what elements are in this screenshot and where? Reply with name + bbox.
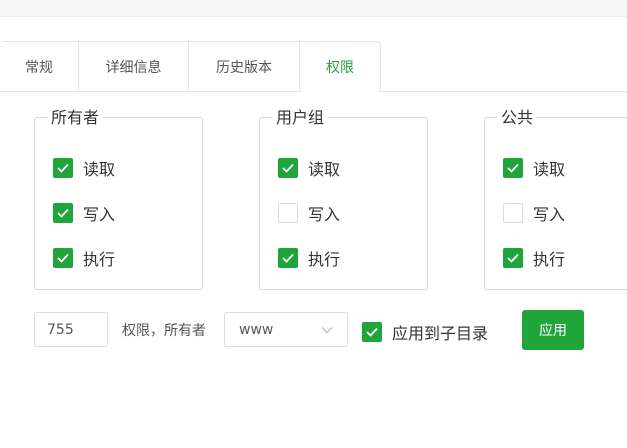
usergroup-group-title: 用户组	[272, 108, 329, 128]
public-read-checkbox[interactable]	[503, 158, 523, 178]
check-icon	[507, 253, 519, 263]
owner-select[interactable]: www	[224, 312, 348, 347]
check-icon	[282, 253, 294, 263]
public-execute-checkbox[interactable]	[503, 248, 523, 268]
owner-read-checkbox[interactable]	[53, 158, 73, 178]
check-icon	[282, 163, 294, 173]
tab-details[interactable]: 详细信息	[79, 41, 189, 91]
public-execute-label: 执行	[533, 250, 566, 269]
permission-owner-label: 权限，所有者	[122, 323, 206, 339]
public-write-label: 写入	[533, 205, 566, 224]
permission-value-input[interactable]	[34, 312, 108, 347]
tab-bar: 常规 详细信息 历史版本 权限	[0, 41, 627, 92]
check-icon	[507, 163, 519, 173]
public-group-title: 公共	[497, 108, 538, 128]
top-bar	[0, 0, 627, 17]
public-write-checkbox[interactable]	[503, 203, 523, 223]
check-icon	[366, 327, 378, 337]
tab-history[interactable]: 历史版本	[189, 41, 300, 91]
owner-write-option[interactable]: 写入	[53, 201, 115, 225]
usergroup-write-label: 写入	[308, 205, 341, 224]
public-group: 公共 读取 写入 执行	[484, 108, 627, 290]
usergroup-read-option[interactable]: 读取	[278, 156, 340, 180]
apply-subdir-checkbox[interactable]	[362, 322, 382, 342]
usergroup-read-checkbox[interactable]	[278, 158, 298, 178]
public-read-label: 读取	[533, 160, 566, 179]
chevron-down-icon	[321, 326, 333, 333]
apply-subdir-label: 应用到子目录	[392, 324, 489, 343]
usergroup-write-option[interactable]: 写入	[278, 201, 340, 225]
owner-execute-label: 执行	[83, 250, 116, 269]
public-read-option[interactable]: 读取	[503, 156, 565, 180]
tab-permissions[interactable]: 权限	[300, 41, 381, 92]
usergroup-group: 用户组 读取 写入 执行	[259, 108, 428, 290]
tab-general[interactable]: 常规	[0, 41, 79, 91]
apply-subdir-option[interactable]: 应用到子目录	[362, 320, 488, 344]
owner-group: 所有者 读取 写入 执行	[34, 108, 203, 290]
apply-button[interactable]: 应用	[522, 310, 584, 350]
usergroup-write-checkbox[interactable]	[278, 203, 298, 223]
check-icon	[57, 253, 69, 263]
check-icon	[57, 163, 69, 173]
usergroup-read-label: 读取	[308, 160, 341, 179]
usergroup-execute-label: 执行	[308, 250, 341, 269]
check-icon	[57, 208, 69, 218]
usergroup-execute-checkbox[interactable]	[278, 248, 298, 268]
public-execute-option[interactable]: 执行	[503, 246, 565, 270]
owner-execute-checkbox[interactable]	[53, 248, 73, 268]
owner-read-option[interactable]: 读取	[53, 156, 115, 180]
owner-execute-option[interactable]: 执行	[53, 246, 115, 270]
owner-group-title: 所有者	[47, 108, 104, 128]
owner-write-label: 写入	[83, 205, 116, 224]
owner-select-value: www	[239, 321, 274, 338]
owner-write-checkbox[interactable]	[53, 203, 73, 223]
usergroup-execute-option[interactable]: 执行	[278, 246, 340, 270]
public-write-option[interactable]: 写入	[503, 201, 565, 225]
owner-read-label: 读取	[83, 160, 116, 179]
